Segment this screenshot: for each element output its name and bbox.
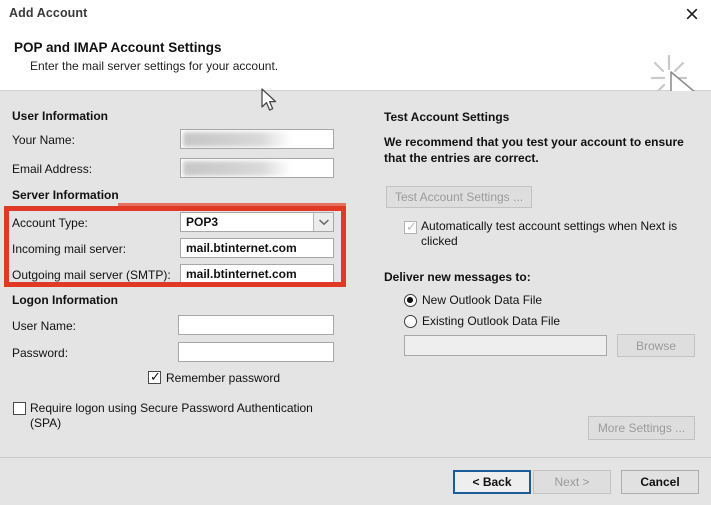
test-account-settings-button[interactable]: Test Account Settings ...: [386, 186, 532, 208]
window-title: Add Account: [9, 6, 88, 20]
spa-checkbox[interactable]: [13, 402, 26, 415]
logon-information-heading: Logon Information: [12, 293, 118, 307]
existing-outlook-data-file-radio[interactable]: [404, 315, 417, 328]
more-settings-button[interactable]: More Settings ...: [588, 416, 695, 440]
check-icon: ✓: [150, 369, 161, 384]
spa-label: Require logon using Secure Password Auth…: [30, 401, 313, 430]
new-outlook-data-file-label: New Outlook Data File: [422, 293, 543, 307]
password-label: Password:: [12, 346, 69, 360]
your-name-input[interactable]: [180, 129, 334, 149]
user-name-label: User Name:: [12, 319, 77, 333]
browse-button[interactable]: Browse: [617, 334, 695, 357]
dialog-body: User Information Your Name: Email Addres…: [0, 88, 711, 457]
close-icon[interactable]: [679, 3, 705, 25]
page-subtitle: Enter the mail server settings for your …: [30, 59, 279, 73]
page-title: POP and IMAP Account Settings: [14, 40, 222, 55]
account-type-value: POP3: [186, 215, 219, 229]
cancel-button[interactable]: Cancel: [621, 470, 699, 494]
server-information-heading: Server Information: [12, 188, 119, 202]
your-name-label: Your Name:: [12, 133, 75, 147]
email-address-label: Email Address:: [12, 162, 93, 176]
check-icon: ✓: [406, 219, 417, 234]
chevron-down-icon[interactable]: [313, 213, 333, 231]
incoming-mail-server-label: Incoming mail server:: [12, 242, 127, 256]
remember-password-label: Remember password: [166, 371, 281, 385]
remember-password-checkbox[interactable]: ✓: [148, 369, 161, 384]
radio-dot-icon: [407, 297, 413, 303]
account-type-label: Account Type:: [12, 216, 88, 230]
test-account-settings-description: We recommend that you test your account …: [384, 135, 684, 165]
incoming-mail-server-input[interactable]: mail.btinternet.com: [180, 238, 334, 258]
title-bar: Add Account: [0, 0, 711, 28]
outgoing-mail-server-label: Outgoing mail server (SMTP):: [12, 268, 171, 282]
data-file-path-input[interactable]: [404, 335, 607, 356]
password-input[interactable]: [178, 342, 334, 362]
user-information-heading: User Information: [12, 109, 109, 123]
mouse-cursor-icon: [259, 88, 279, 117]
next-button[interactable]: Next >: [533, 470, 611, 494]
new-outlook-data-file-radio[interactable]: [404, 294, 417, 307]
auto-test-checkbox[interactable]: ✓: [404, 219, 417, 234]
add-account-dialog: Add Account POP and IMAP Account Setting…: [0, 0, 711, 505]
email-address-input[interactable]: [180, 158, 334, 178]
deliver-new-messages-heading: Deliver new messages to:: [384, 270, 531, 284]
auto-test-label: Automatically test account settings when…: [421, 219, 678, 248]
test-account-settings-heading: Test Account Settings: [384, 110, 510, 124]
existing-outlook-data-file-label: Existing Outlook Data File: [422, 314, 561, 328]
outgoing-mail-server-input[interactable]: mail.btinternet.com: [180, 264, 334, 284]
back-button[interactable]: < Back: [453, 470, 531, 494]
dialog-header: POP and IMAP Account Settings Enter the …: [0, 28, 711, 109]
dialog-footer: < Back Next > Cancel: [0, 457, 711, 505]
account-type-select[interactable]: POP3: [180, 212, 334, 232]
user-name-input[interactable]: [178, 315, 334, 335]
